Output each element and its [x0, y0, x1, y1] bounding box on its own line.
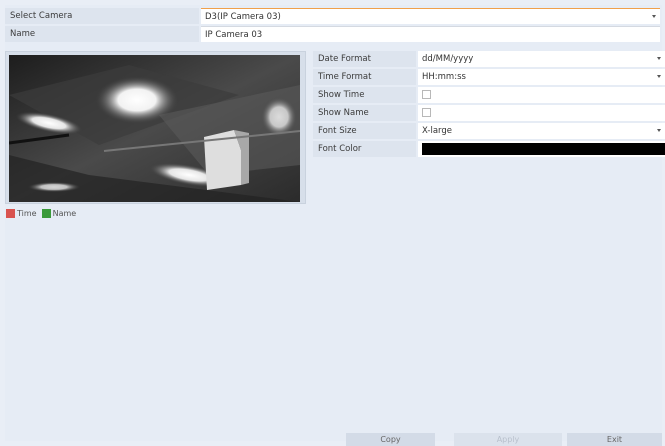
chevron-down-icon — [652, 15, 656, 18]
date-format-dropdown[interactable]: dd/MM/yyyy — [418, 51, 665, 67]
date-format-label: Date Format — [313, 51, 416, 67]
time-format-row: Time Format HH:mm:ss — [313, 69, 665, 85]
font-size-dropdown[interactable]: X-large — [418, 123, 665, 139]
legend-item-name: Name — [41, 209, 77, 218]
font-size-value: X-large — [422, 126, 453, 136]
font-color-row: Font Color — [313, 141, 665, 157]
legend-item-time: Time — [6, 209, 37, 218]
name-label: Name — [5, 26, 199, 42]
select-camera-label: Select Camera — [5, 8, 199, 24]
time-format-value: HH:mm:ss — [422, 72, 466, 82]
chevron-down-icon — [657, 129, 661, 132]
legend-swatch-time — [6, 209, 15, 218]
select-camera-value: D3(IP Camera 03) — [205, 12, 281, 22]
osd-settings-grid: Date Format dd/MM/yyyy Time Format HH:mm… — [313, 51, 665, 159]
font-color-label: Font Color — [313, 141, 416, 157]
name-row: Name IP Camera 03 — [5, 26, 660, 42]
legend-label-time: Time — [17, 209, 37, 218]
show-name-label: Show Name — [313, 105, 416, 121]
show-name-checkbox[interactable] — [422, 108, 431, 117]
show-time-label: Show Time — [313, 87, 416, 103]
select-camera-row: Select Camera D3(IP Camera 03) — [5, 8, 660, 24]
copy-button[interactable]: Copy — [346, 433, 435, 446]
show-time-row: Show Time — [313, 87, 665, 103]
exit-button[interactable]: Exit — [567, 433, 662, 446]
osd-legend: Time Name — [6, 209, 81, 218]
chevron-down-icon — [657, 57, 661, 60]
show-name-row: Show Name — [313, 105, 665, 121]
show-name-cell — [418, 105, 665, 121]
date-format-row: Date Format dd/MM/yyyy — [313, 51, 665, 67]
font-color-swatch — [422, 143, 665, 155]
legend-swatch-name — [41, 209, 51, 218]
apply-button[interactable]: Apply — [454, 433, 562, 446]
date-format-value: dd/MM/yyyy — [422, 54, 474, 64]
camera-preview-image — [9, 55, 300, 202]
show-time-cell — [418, 87, 665, 103]
select-camera-dropdown[interactable]: D3(IP Camera 03) — [201, 8, 660, 24]
show-time-checkbox[interactable] — [422, 90, 431, 99]
chevron-down-icon — [657, 75, 661, 78]
time-format-dropdown[interactable]: HH:mm:ss — [418, 69, 665, 85]
time-format-label: Time Format — [313, 69, 416, 85]
camera-preview-frame — [5, 51, 306, 204]
legend-label-name: Name — [52, 209, 77, 218]
name-input[interactable]: IP Camera 03 — [201, 26, 660, 42]
font-color-picker[interactable] — [418, 141, 665, 157]
font-size-label: Font Size — [313, 123, 416, 139]
font-size-row: Font Size X-large — [313, 123, 665, 139]
